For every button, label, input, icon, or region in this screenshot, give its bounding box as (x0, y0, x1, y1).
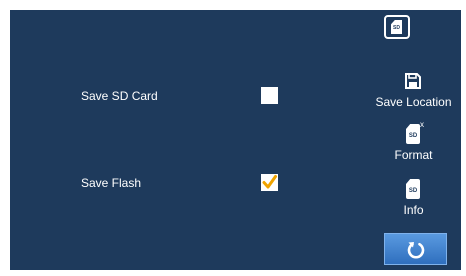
option-save-sd-card[interactable]: Save SD Card (10, 84, 370, 108)
format-label: Format (394, 148, 433, 162)
checkmark-icon (262, 175, 277, 189)
save-location-label: Save Location (375, 95, 452, 109)
sd-card-status-icon: SD (384, 15, 410, 39)
format-button[interactable]: SD x Format (366, 120, 461, 171)
screen: SD Save SD Card Save Flash Save Location… (0, 0, 466, 276)
storage-settings-panel: SD Save SD Card Save Flash Save Location… (10, 10, 461, 270)
save-sd-card-label: Save SD Card (81, 89, 158, 103)
info-label: Info (403, 203, 424, 217)
info-button[interactable]: SD Info (366, 178, 461, 226)
sd-status-badge: SD (393, 25, 400, 31)
info-sd-badge: SD (408, 188, 418, 194)
save-flash-label: Save Flash (81, 176, 142, 190)
save-location-button[interactable]: Save Location (366, 70, 461, 118)
sd-info-icon: SD (406, 179, 420, 199)
save-disk-icon (405, 73, 421, 89)
sd-format-icon: SD (406, 124, 420, 144)
back-refresh-icon (407, 242, 425, 259)
format-sd-badge: SD (408, 133, 418, 139)
save-flash-checkbox[interactable] (261, 174, 278, 191)
option-save-flash[interactable]: Save Flash (10, 171, 370, 195)
back-button[interactable] (384, 233, 447, 265)
x-mark-icon: x (420, 120, 424, 129)
save-sd-card-checkbox[interactable] (261, 87, 278, 104)
